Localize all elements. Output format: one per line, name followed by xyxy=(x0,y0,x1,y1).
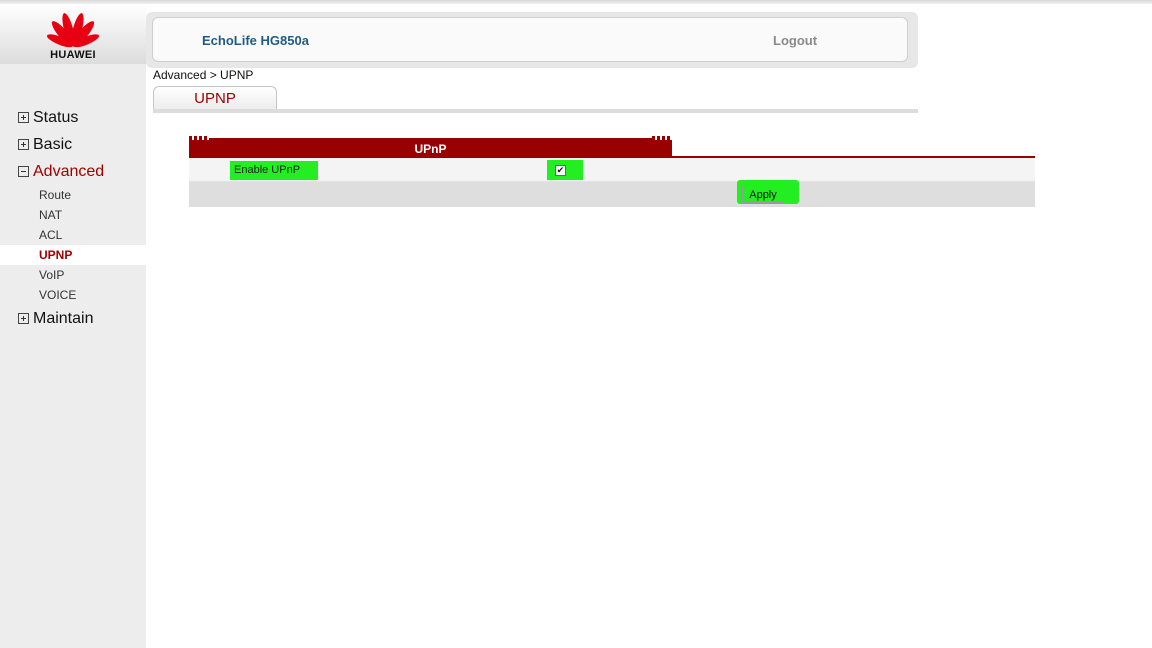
sidebar-group-label: Basic xyxy=(33,135,73,153)
sidebar: HUAWEI Status Basic Advanced Route NAT A… xyxy=(0,4,146,648)
check-mark-icon: ✔ xyxy=(556,165,565,175)
sidebar-item-voip[interactable]: VoIP xyxy=(0,265,146,285)
sidebar-item-acl[interactable]: ACL xyxy=(0,225,146,245)
sidebar-item-route[interactable]: Route xyxy=(0,185,146,205)
sidebar-group-maintain[interactable]: Maintain xyxy=(0,305,146,332)
enable-upnp-label: Enable UPnP xyxy=(234,164,301,176)
panel-title: UPnP xyxy=(189,136,672,158)
sidebar-nav: Status Basic Advanced Route NAT ACL UPNP… xyxy=(0,104,146,332)
sidebar-group-label: Maintain xyxy=(33,309,94,327)
huawei-logo: HUAWEI xyxy=(0,4,146,64)
expand-plus-icon[interactable] xyxy=(18,139,29,150)
apply-button[interactable]: Apply xyxy=(742,185,784,203)
tab-divider xyxy=(153,109,918,113)
logout-link[interactable]: Logout xyxy=(773,33,817,48)
sidebar-group-basic[interactable]: Basic xyxy=(0,131,146,158)
header-bar: EchoLife HG850a Logout xyxy=(152,17,908,62)
top-border xyxy=(0,0,1152,4)
button-row xyxy=(189,182,1035,207)
sidebar-group-label: Advanced xyxy=(33,162,105,180)
expand-plus-icon[interactable] xyxy=(18,313,29,324)
huawei-flower-icon xyxy=(46,13,100,48)
product-name: EchoLife HG850a xyxy=(202,33,309,48)
enable-upnp-checkbox[interactable]: ✔ xyxy=(555,165,566,176)
collapse-minus-icon[interactable] xyxy=(18,166,29,177)
sidebar-item-nat[interactable]: NAT xyxy=(0,205,146,225)
brand-name: HUAWEI xyxy=(50,49,96,61)
sidebar-group-advanced[interactable]: Advanced xyxy=(0,158,146,185)
expand-plus-icon[interactable] xyxy=(18,112,29,123)
tab-upnp[interactable]: UPNP xyxy=(153,86,277,110)
sidebar-item-upnp[interactable]: UPNP xyxy=(0,245,146,265)
sidebar-group-label: Status xyxy=(33,108,79,126)
sidebar-group-status[interactable]: Status xyxy=(0,104,146,131)
breadcrumb: Advanced > UPNP xyxy=(153,68,254,82)
sidebar-item-voice[interactable]: VOICE xyxy=(0,285,146,305)
